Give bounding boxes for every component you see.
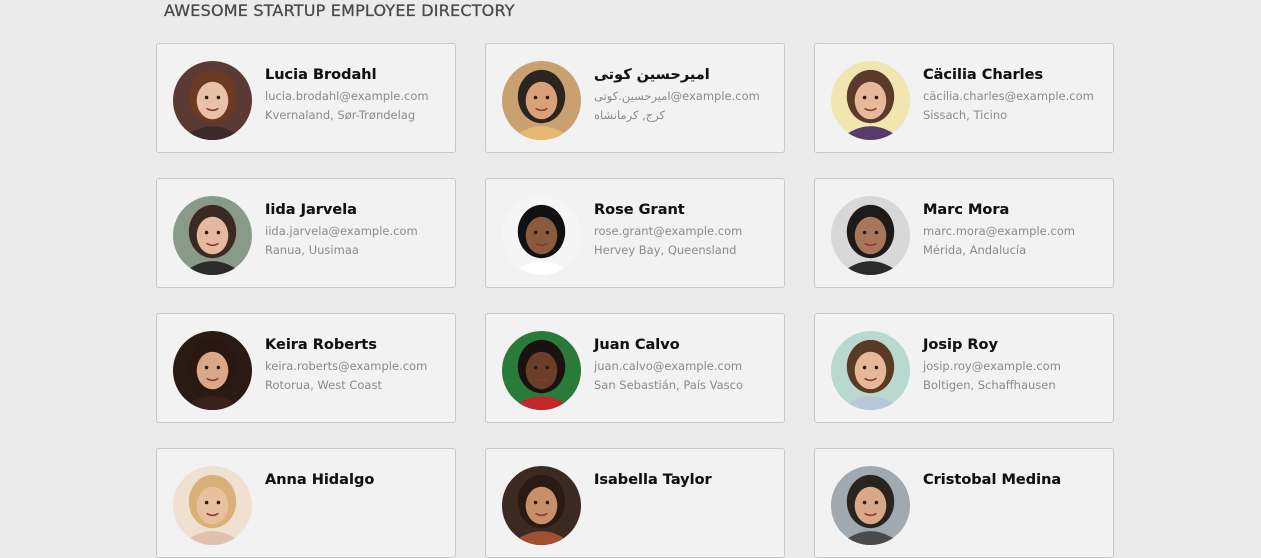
employee-avatar [831,196,910,275]
employee-info: Rose Grant rose.grant@example.com Hervey B… [594,202,778,260]
employee-email: rose.grant@example.com [594,224,743,238]
employee-avatar [173,61,252,140]
employee-avatar [502,331,581,410]
employee-name: Josip Roy [923,337,998,353]
employee-location: Sissach, Ticino [923,108,1008,122]
employee-card[interactable]: Cäcilia Charles cäcilia.charles@example.c… [814,43,1114,153]
employee-card[interactable]: Rose Grant rose.grant@example.com Hervey B… [485,178,785,288]
employee-avatar [173,466,252,545]
employee-location: کرج, کرمانشاه [594,108,666,122]
employee-avatar [831,61,910,140]
employee-card[interactable]: Lucia Brodahl lucia.brodahl@example.com Kv… [156,43,456,153]
employee-name: Cristobal Medina [923,472,1062,488]
employee-card[interactable]: Isabella Taylor [485,448,785,558]
employee-avatar [831,331,910,410]
employee-info: Juan Calvo juan.calvo@example.com San Seba… [594,337,778,395]
employee-email: marc.mora@example.com [923,224,1075,238]
employee-email: lucia.brodahl@example.com [265,89,429,103]
employee-name: Anna Hidalgo [265,472,375,488]
employee-card[interactable]: امیرحسین کوتی امیرحسین.کوتی@example.com کر… [485,43,785,153]
employee-name: Juan Calvo [594,337,680,353]
employee-card[interactable]: Juan Calvo juan.calvo@example.com San Seba… [485,313,785,423]
employee-email: juan.calvo@example.com [594,359,743,373]
employee-info: Keira Roberts keira.roberts@example.com Ro… [265,337,449,395]
employee-avatar [502,466,581,545]
employee-name: Keira Roberts [265,337,377,353]
employee-name: Iida Jarvela [265,202,357,218]
employee-location: Ranua, Uusimaa [265,243,359,257]
employee-name: Marc Mora [923,202,1010,218]
employee-email: cäcilia.charles@example.com [923,89,1094,103]
employee-email: iida.jarvela@example.com [265,224,418,238]
employee-email: keira.roberts@example.com [265,359,428,373]
employee-avatar [173,196,252,275]
employee-info: Cäcilia Charles cäcilia.charles@example.c… [923,67,1107,125]
employee-card[interactable]: Iida Jarvela iida.jarvela@example.com Ranu… [156,178,456,288]
employee-avatar [502,61,581,140]
employee-card[interactable]: Anna Hidalgo [156,448,456,558]
employee-info: Marc Mora marc.mora@example.com Mérida, An… [923,202,1107,260]
employee-grid: Lucia Brodahl lucia.brodahl@example.com Kv… [156,43,1114,558]
employee-location: San Sebastián, País Vasco [594,378,744,392]
employee-email: josip.roy@example.com [923,359,1061,373]
employee-info: Anna Hidalgo [265,472,449,492]
employee-name: Rose Grant [594,202,685,218]
employee-card[interactable]: Cristobal Medina [814,448,1114,558]
employee-email: امیرحسین.کوتی@example.com [594,89,760,103]
employee-card[interactable]: Keira Roberts keira.roberts@example.com Ro… [156,313,456,423]
employee-name: امیرحسین کوتی [594,67,710,83]
employee-location: Hervey Bay, Queensland [594,243,737,257]
employee-location: Boltigen, Schaffhausen [923,378,1056,392]
employee-info: Lucia Brodahl lucia.brodahl@example.com Kv… [265,67,449,125]
employee-card[interactable]: Josip Roy josip.roy@example.com Boltigen, … [814,313,1114,423]
page-title: AWESOME STARTUP EMPLOYEE DIRECTORY [164,1,515,20]
employee-name: Isabella Taylor [594,472,712,488]
employee-location: Rotorua, West Coast [265,378,382,392]
employee-avatar [173,331,252,410]
employee-name: Lucia Brodahl [265,67,377,83]
employee-name: Cäcilia Charles [923,67,1044,83]
employee-info: Josip Roy josip.roy@example.com Boltigen, … [923,337,1107,395]
employee-card[interactable]: Marc Mora marc.mora@example.com Mérida, An… [814,178,1114,288]
employee-location: Kvernaland, Sør-Trøndelag [265,108,416,122]
employee-info: امیرحسین کوتی امیرحسین.کوتی@example.com کر… [594,67,778,125]
employee-info: Isabella Taylor [594,472,778,492]
employee-avatar [502,196,581,275]
employee-info: Iida Jarvela iida.jarvela@example.com Ranu… [265,202,449,260]
employee-location: Mérida, Andalucía [923,243,1027,257]
employee-avatar [831,466,910,545]
employee-info: Cristobal Medina [923,472,1107,492]
